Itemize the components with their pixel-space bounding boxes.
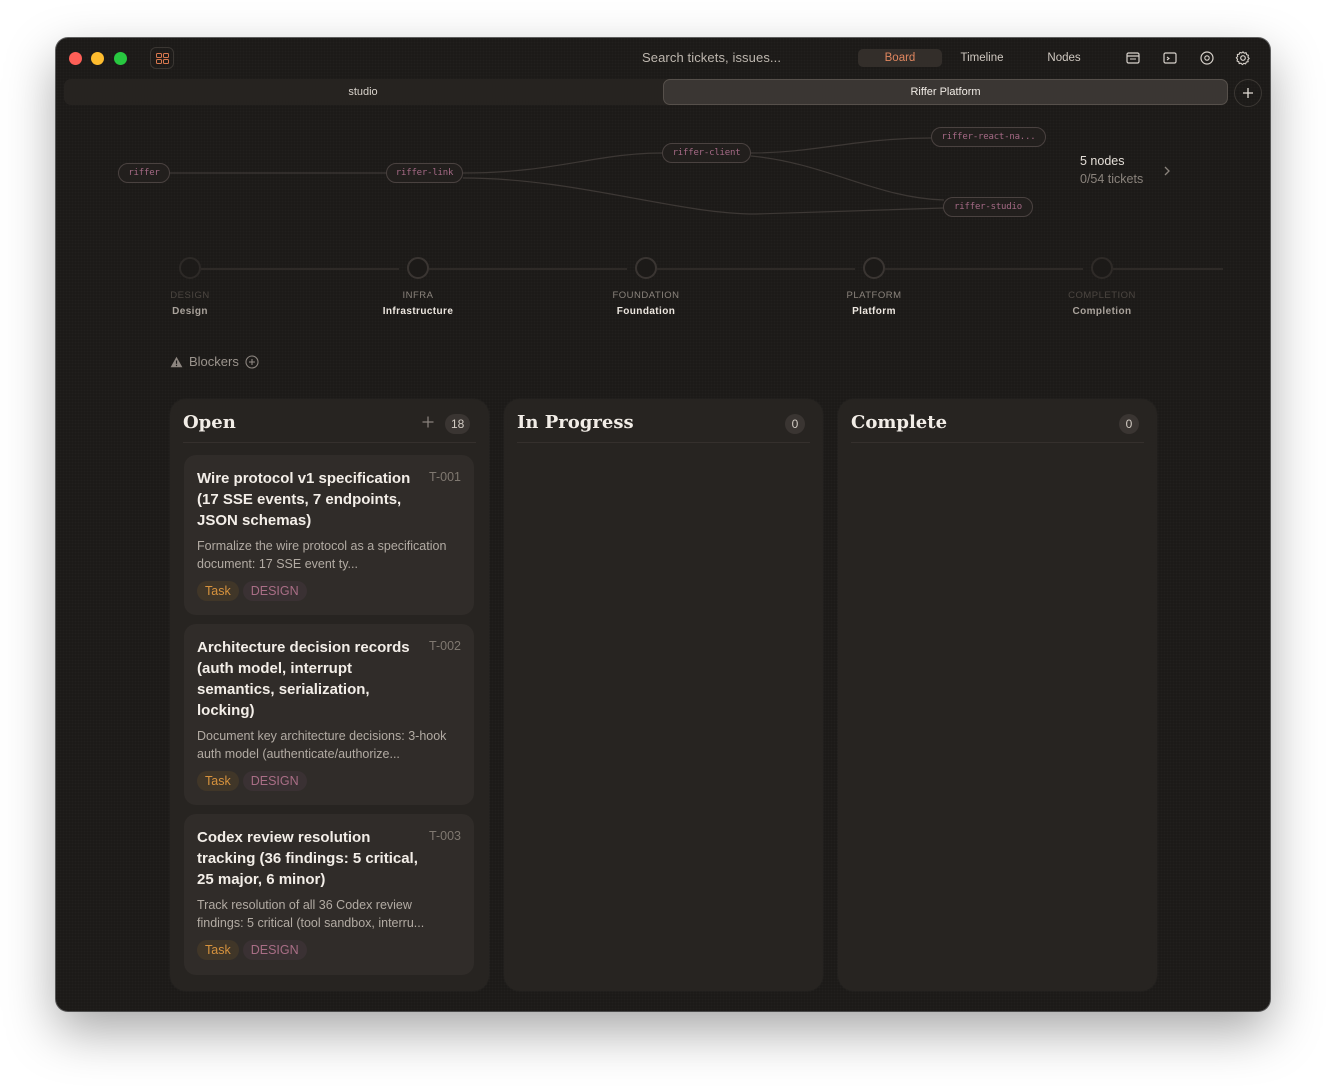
phase-dot-platform[interactable] xyxy=(863,257,885,279)
phase-code-completion: COMPLETION xyxy=(1068,290,1136,301)
ticket-id: T-003 xyxy=(429,829,461,843)
ticket-description: Track resolution of all 36 Codex review … xyxy=(197,898,425,930)
tag-task: Task xyxy=(197,940,239,960)
phase-dot-foundation[interactable] xyxy=(635,257,657,279)
add-ticket-icon[interactable] xyxy=(421,415,435,429)
phase-name-foundation: Foundation xyxy=(616,306,676,317)
ticket-description: Document key architecture decisions: 3-h… xyxy=(197,729,447,761)
node-count: 5 nodes xyxy=(1080,154,1125,168)
phase-connector xyxy=(429,268,627,270)
phase-code-platform: PLATFORM xyxy=(846,290,902,301)
ticket-card-t-001[interactable]: Wire protocol v1 specification (17 SSE e… xyxy=(184,455,474,615)
ticket-tags: Task DESIGN xyxy=(197,940,461,960)
ticket-card-t-003[interactable]: Codex review resolution tracking (36 fin… xyxy=(184,814,474,975)
tag-phase: DESIGN xyxy=(242,581,307,601)
ticket-tags: Task DESIGN xyxy=(197,771,461,791)
column-count: 0 xyxy=(1119,414,1139,434)
ticket-id: T-002 xyxy=(429,639,461,653)
graph-node-riffer[interactable]: riffer xyxy=(118,163,170,183)
phase-connector xyxy=(1113,268,1223,270)
blockers-section: Blockers xyxy=(170,354,259,369)
ticket-title: Codex review resolution tracking (36 fin… xyxy=(197,829,418,888)
graph-node-riffer-client[interactable]: riffer-client xyxy=(662,143,751,163)
warning-icon xyxy=(170,356,183,367)
graph-stats[interactable]: 5 nodes 0/54 tickets xyxy=(1080,154,1143,186)
app-window: Search tickets, issues... Board Timeline… xyxy=(56,38,1270,1011)
tag-phase: DESIGN xyxy=(242,771,307,791)
column-divider xyxy=(183,442,476,443)
ticket-progress: 0/54 tickets xyxy=(1080,172,1144,186)
column-count: 0 xyxy=(785,414,805,434)
column-title: Complete xyxy=(851,412,948,433)
phase-dot-infra[interactable] xyxy=(407,257,429,279)
graph-node-riffer-react-native[interactable]: riffer-react-na... xyxy=(931,127,1046,147)
ticket-card-t-002[interactable]: Architecture decision records (auth mode… xyxy=(184,624,474,805)
phase-code-infra: INFRA xyxy=(402,290,434,301)
ticket-title: Architecture decision records (auth mode… xyxy=(197,639,410,719)
dependency-graph-edges xyxy=(170,137,945,215)
phase-code-design: DESIGN xyxy=(170,290,210,301)
ticket-description: Formalize the wire protocol as a specifi… xyxy=(197,539,447,571)
phase-connector xyxy=(657,268,855,270)
chevron-right-icon[interactable] xyxy=(1162,165,1172,177)
column-title: In Progress xyxy=(517,412,634,433)
ticket-id: T-001 xyxy=(429,470,461,484)
column-complete: Complete 0 xyxy=(838,399,1157,991)
column-divider xyxy=(517,442,810,443)
blockers-label: Blockers xyxy=(189,354,239,369)
graph-node-riffer-studio[interactable]: riffer-studio xyxy=(943,197,1033,217)
phase-name-infra: Infrastructure xyxy=(382,306,454,317)
phase-name-platform: Platform xyxy=(852,306,896,317)
tag-phase: DESIGN xyxy=(242,940,307,960)
column-title: Open xyxy=(183,412,236,433)
phase-connector xyxy=(201,268,399,270)
graph-node-riffer-link[interactable]: riffer-link xyxy=(386,163,463,183)
column-open: Open 18 Wire protocol v1 specification (… xyxy=(170,399,489,991)
ticket-tags: Task DESIGN xyxy=(197,581,461,601)
column-count: 18 xyxy=(445,414,471,434)
phase-connector xyxy=(885,268,1083,270)
phase-code-foundation: FOUNDATION xyxy=(612,290,680,301)
phase-name-design: Design xyxy=(172,306,208,317)
phase-name-completion: Completion xyxy=(1072,306,1132,317)
column-in-progress: In Progress 0 xyxy=(504,399,823,991)
phase-dot-completion[interactable] xyxy=(1091,257,1113,279)
tag-task: Task xyxy=(197,771,239,791)
ticket-title: Wire protocol v1 specification (17 SSE e… xyxy=(197,470,411,529)
phase-dot-design[interactable] xyxy=(179,257,201,279)
tag-task: Task xyxy=(197,581,239,601)
column-divider xyxy=(851,442,1144,443)
add-blocker-icon[interactable] xyxy=(245,354,259,369)
